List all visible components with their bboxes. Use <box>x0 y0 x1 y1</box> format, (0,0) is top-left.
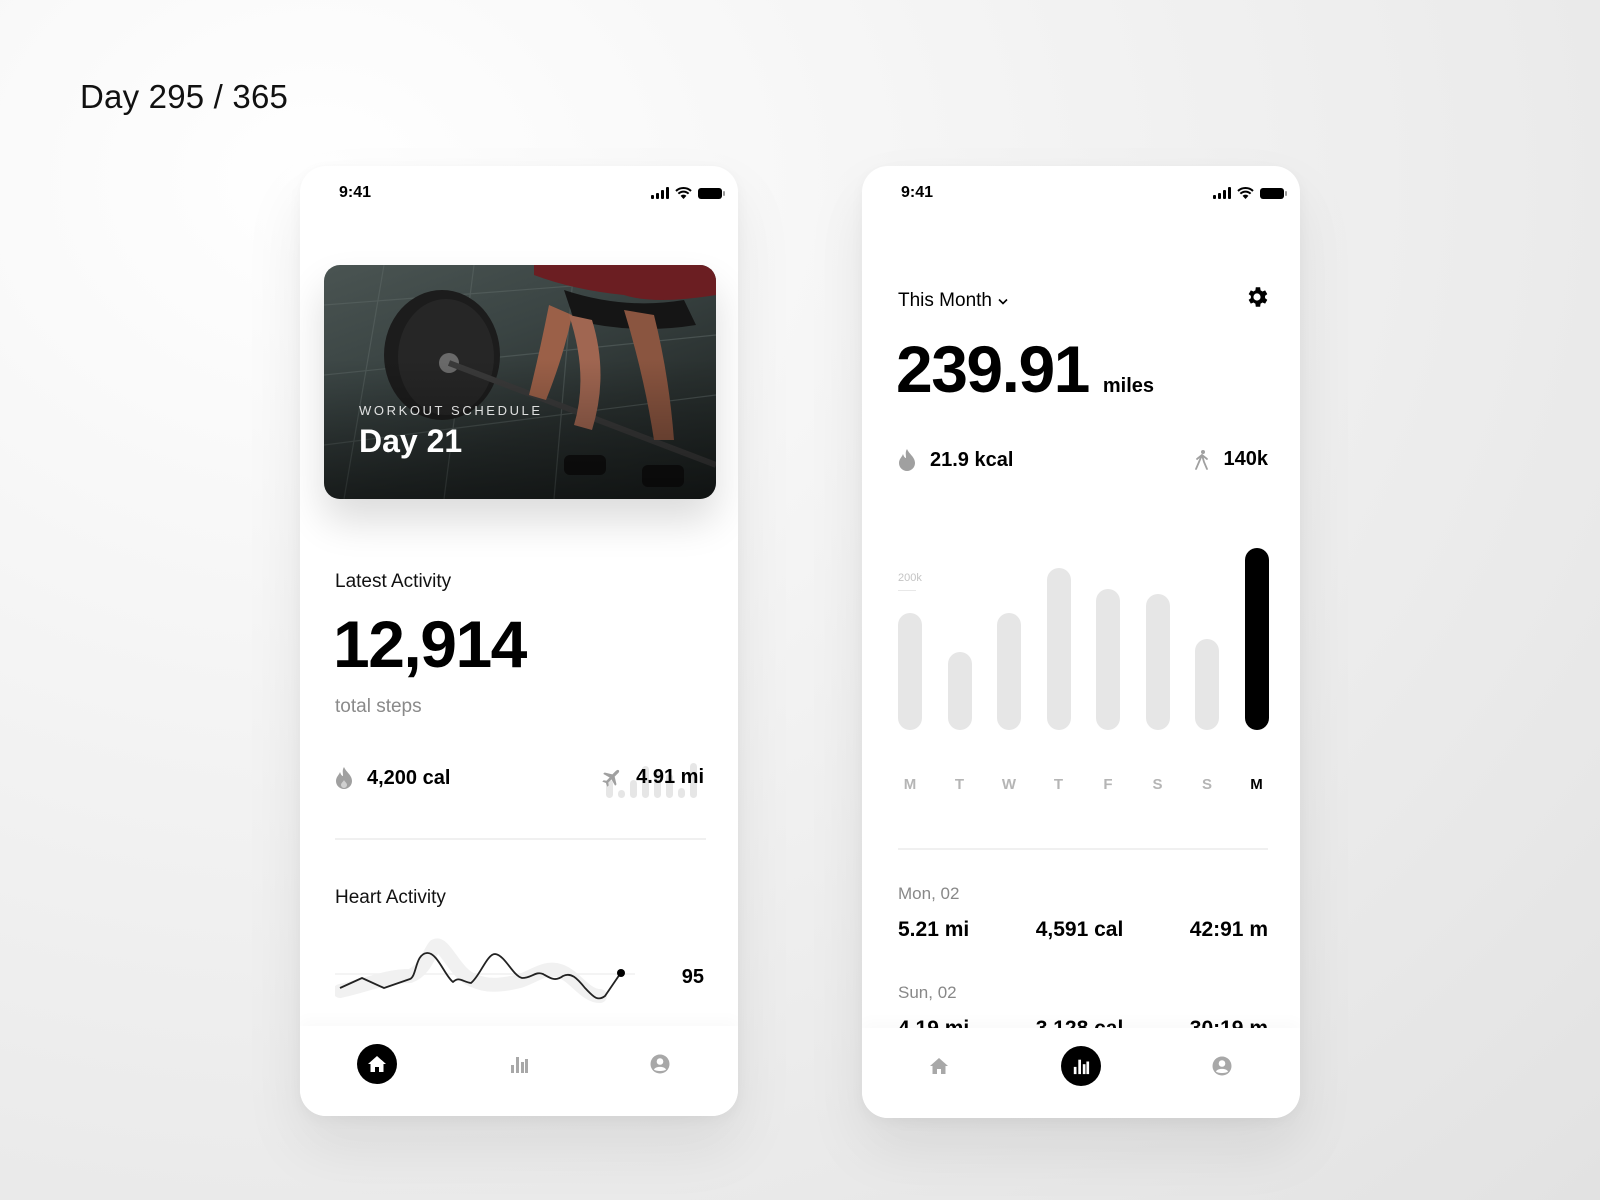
day-label: M <box>1250 776 1263 793</box>
wifi-icon <box>1237 187 1254 199</box>
flame-icon <box>898 448 916 472</box>
status-icons <box>1213 187 1287 199</box>
distance-total-value: 239.91 <box>896 332 1090 406</box>
chart-bar[interactable] <box>898 612 922 730</box>
home-icon <box>368 1056 386 1072</box>
gear-icon <box>1248 287 1268 307</box>
distance-value: 4.91 mi <box>636 766 704 788</box>
day-label: T <box>954 776 965 793</box>
tab-bar <box>300 1026 738 1116</box>
log-distance: 5.21 mi <box>898 918 970 941</box>
tab-home[interactable] <box>357 1044 397 1084</box>
monthly-steps-stat: 140k <box>1194 448 1269 471</box>
status-bar: 9:41 <box>862 184 1300 206</box>
hero-kicker: WORKOUT SCHEDULE <box>359 403 543 418</box>
heart-range-band <box>335 938 607 1003</box>
log-duration: 42:91 m <box>1189 918 1268 941</box>
hero-title: Day 21 <box>359 423 463 459</box>
status-bar: 9:41 <box>300 184 738 206</box>
log-date: Sun, 02 <box>898 983 957 1002</box>
chart-bar[interactable] <box>997 612 1021 730</box>
workout-schedule-card[interactable]: WORKOUT SCHEDULE Day 21 <box>324 265 716 499</box>
distance-total: 239.91 miles <box>896 331 1154 407</box>
day-label: W <box>1001 776 1017 793</box>
mini-chart-bar <box>618 790 625 798</box>
calories-stat: 4,200 cal <box>335 766 450 790</box>
log-date: Mon, 02 <box>898 884 960 903</box>
battery-icon <box>698 187 725 199</box>
heart-current-point <box>617 969 625 977</box>
log-calories: 4,591 cal <box>1035 918 1124 941</box>
flame-icon <box>335 766 353 790</box>
tab-home[interactable] <box>919 1046 959 1086</box>
chart-bar[interactable] <box>1096 589 1120 730</box>
airplane-icon <box>600 767 622 789</box>
monthly-steps-value: 140k <box>1223 448 1269 470</box>
day-label: F <box>1103 776 1113 793</box>
user-icon <box>650 1054 670 1074</box>
heart-rate-value: 95 <box>681 966 704 988</box>
period-dropdown[interactable]: This Month <box>898 290 1008 312</box>
mini-chart-bar <box>678 788 685 798</box>
calories-value: 4,200 cal <box>367 766 451 789</box>
page-title: Day 295 / 365 <box>80 78 289 115</box>
home-screen: 9:41 WORKOUT SCHEDULE Day 21 Latest Acti… <box>300 166 738 1116</box>
tab-stats[interactable] <box>1061 1046 1101 1086</box>
signal-icon <box>651 187 669 199</box>
bar-chart-icon <box>1073 1059 1090 1075</box>
chart-bar[interactable] <box>1145 593 1170 730</box>
day-label: M <box>903 776 917 793</box>
chart-bar[interactable] <box>1046 567 1071 730</box>
y-reference-tick <box>898 590 916 591</box>
status-time: 9:41 <box>901 184 934 201</box>
chart-bar[interactable] <box>1195 639 1219 730</box>
monthly-calories-stat: 21.9 kcal <box>898 448 1013 472</box>
chart-bar[interactable] <box>947 652 972 730</box>
distance-stat: 4.91 mi <box>600 766 704 789</box>
day-label: S <box>1152 776 1163 793</box>
stats-screen: 9:41 This Month 239.91 miles 21.9 kcal 1… <box>862 166 1300 1118</box>
bar-chart-icon <box>511 1057 528 1073</box>
battery-icon <box>1260 187 1287 199</box>
log-row[interactable]: 5.21 mi 4,591 cal 42:91 m <box>898 918 1268 942</box>
tab-profile[interactable] <box>640 1044 680 1084</box>
heart-activity-label: Heart Activity <box>335 887 446 908</box>
chart-divider <box>898 848 1268 850</box>
chevron-down-icon <box>998 298 1008 305</box>
period-label: This Month <box>898 290 992 311</box>
distance-unit: miles <box>1102 375 1155 397</box>
tab-stats[interactable] <box>499 1044 539 1084</box>
tab-profile[interactable] <box>1202 1046 1242 1086</box>
section-divider <box>335 838 706 840</box>
monthly-calories-value: 21.9 kcal <box>930 448 1014 471</box>
day-label: T <box>1053 776 1064 793</box>
signal-icon <box>1213 187 1231 199</box>
wifi-icon <box>675 187 692 199</box>
user-icon <box>1212 1056 1232 1076</box>
weekly-steps-chart: 200k M T W T F S S M <box>898 548 1269 796</box>
settings-button[interactable] <box>1244 284 1270 315</box>
home-icon <box>930 1058 948 1074</box>
latest-activity-label: Latest Activity <box>335 571 452 592</box>
day-label: S <box>1201 776 1212 793</box>
heart-activity-chart[interactable] <box>335 936 635 1016</box>
walking-person-icon <box>1194 449 1210 471</box>
steps-value: 12,914 <box>333 607 527 681</box>
steps-caption: total steps <box>335 696 422 717</box>
status-time: 9:41 <box>339 184 372 201</box>
chart-bar[interactable] <box>1244 548 1269 730</box>
status-icons <box>651 187 725 199</box>
y-reference-label: 200k <box>898 572 922 584</box>
tab-bar <box>862 1028 1300 1118</box>
